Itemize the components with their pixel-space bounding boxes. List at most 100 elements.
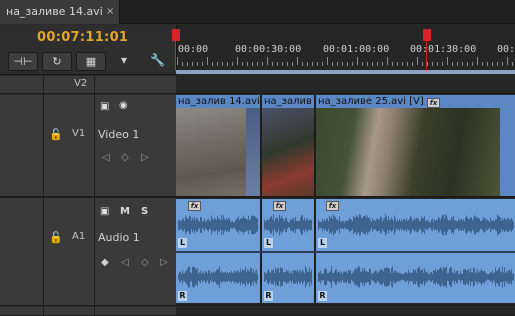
mute-button[interactable]: M: [120, 206, 130, 217]
video-clip[interactable]: на_залив 14.avi: [176, 95, 260, 196]
video-clip[interactable]: на_залив: [262, 95, 314, 196]
waveform-sample: [327, 218, 328, 232]
playhead-marker[interactable]: [423, 29, 431, 41]
waveform-sample: [203, 220, 204, 230]
waveform-sample: [405, 271, 406, 283]
video-clip[interactable]: на_заливе 25.avi [V] fx: [316, 95, 500, 196]
fx-badge[interactable]: fx: [326, 201, 339, 211]
waveform-sample: [299, 270, 300, 284]
waveform-sample: [442, 214, 443, 236]
work-area-bar[interactable]: [176, 70, 515, 74]
waveform-sample: [277, 218, 278, 232]
waveform-sample: [388, 216, 389, 234]
waveform-sample: [505, 219, 506, 231]
waveform-sample: [504, 217, 505, 233]
waveform-sample: [326, 218, 327, 232]
next-keyframe-icon[interactable]: ▷: [141, 152, 149, 163]
waveform-sample: [377, 273, 378, 281]
waveform-sample: [212, 218, 213, 232]
film-icon[interactable]: ▣: [100, 206, 109, 217]
ruler-label: 00:01:00:00: [323, 44, 390, 55]
waveform-sample: [215, 218, 216, 232]
marker-icon[interactable]: ▾: [121, 53, 127, 67]
ruler-tick: [207, 57, 208, 65]
waveform-sample: [278, 267, 279, 287]
next-keyframe-icon[interactable]: ▷: [160, 257, 168, 268]
track-name-a1[interactable]: Audio 1: [98, 231, 140, 244]
waveform-sample: [371, 274, 372, 280]
waveform-sample: [477, 269, 478, 285]
add-keyframe-icon[interactable]: ◇: [121, 152, 129, 163]
fx-badge[interactable]: fx: [188, 201, 201, 211]
waveform-sample: [253, 215, 254, 235]
solo-button[interactable]: S: [141, 206, 148, 217]
waveform-sample: [497, 214, 498, 236]
eye-icon[interactable]: ◉: [119, 100, 128, 111]
waveform-sample: [288, 222, 289, 228]
track-header-a2[interactable]: [0, 307, 176, 316]
fx-badge[interactable]: fx: [426, 98, 440, 108]
prev-keyframe-icon[interactable]: ◁: [102, 152, 110, 163]
track-header-a1[interactable]: [0, 198, 176, 306]
waveform-sample: [378, 272, 379, 282]
waveform-sample: [335, 269, 336, 285]
waveform-sample: [273, 269, 274, 285]
snap-button[interactable]: ⊣⊢: [8, 52, 38, 71]
waveform-sample: [380, 216, 381, 234]
lock-icon[interactable]: 🔓: [49, 231, 63, 244]
waveform-sample: [410, 273, 411, 281]
waveform-sample: [292, 273, 293, 281]
waveform-sample: [257, 218, 258, 232]
waveform-sample: [511, 269, 512, 285]
track-header-v1[interactable]: [0, 95, 176, 197]
track-name-v1[interactable]: Video 1: [98, 128, 139, 141]
waveform-sample: [291, 219, 292, 231]
playhead-timecode[interactable]: 00:07:11:01: [37, 30, 128, 45]
waveform-sample: [496, 219, 497, 231]
add-marker-button[interactable]: ▦: [76, 52, 106, 71]
track-header-v2[interactable]: [0, 76, 176, 94]
track-a2[interactable]: [176, 307, 515, 316]
keyframe-toggle-icon[interactable]: ◆: [101, 257, 109, 268]
waveform-sample: [207, 273, 208, 281]
waveform-sample: [439, 268, 440, 286]
waveform-sample: [376, 218, 377, 232]
wrench-icon[interactable]: 🔧: [150, 53, 165, 67]
track-v2[interactable]: [176, 76, 515, 94]
waveform-sample: [362, 217, 363, 233]
waveform-sample: [409, 219, 410, 231]
waveform-sample: [209, 270, 210, 284]
add-keyframe-icon[interactable]: ◇: [141, 257, 149, 268]
linked-selection-button[interactable]: ↻: [42, 52, 72, 71]
waveform-sample: [403, 218, 404, 232]
waveform-sample: [382, 269, 383, 285]
waveform-sample: [478, 272, 479, 282]
waveform-sample: [429, 274, 430, 280]
waveform-sample: [225, 220, 226, 230]
waveform-sample: [180, 271, 181, 283]
waveform-sample: [463, 269, 464, 285]
waveform-sample: [398, 221, 399, 229]
waveform-sample: [393, 221, 394, 229]
waveform-sample: [413, 269, 414, 285]
waveform-sample: [412, 272, 413, 282]
close-icon[interactable]: ×: [106, 0, 118, 24]
fx-badge[interactable]: fx: [273, 201, 286, 211]
waveform-sample: [222, 272, 223, 282]
waveform-sample: [483, 271, 484, 283]
waveform-sample: [321, 273, 322, 281]
waveform-sample: [183, 218, 184, 232]
waveform-sample: [447, 218, 448, 232]
lock-icon[interactable]: 🔓: [49, 128, 63, 141]
column-separator: [43, 76, 44, 316]
waveform-sample: [338, 221, 339, 229]
waveform-sample: [402, 274, 403, 280]
waveform-sample: [283, 219, 284, 231]
tab-sequence[interactable]: на_заливе 14.avi: [0, 0, 120, 24]
waveform-sample: [415, 219, 416, 231]
waveform-sample: [468, 268, 469, 286]
clip-label: на_залив: [264, 96, 312, 107]
prev-keyframe-icon[interactable]: ◁: [121, 257, 129, 268]
film-icon[interactable]: ▣: [100, 101, 109, 112]
in-marker[interactable]: [172, 29, 180, 41]
